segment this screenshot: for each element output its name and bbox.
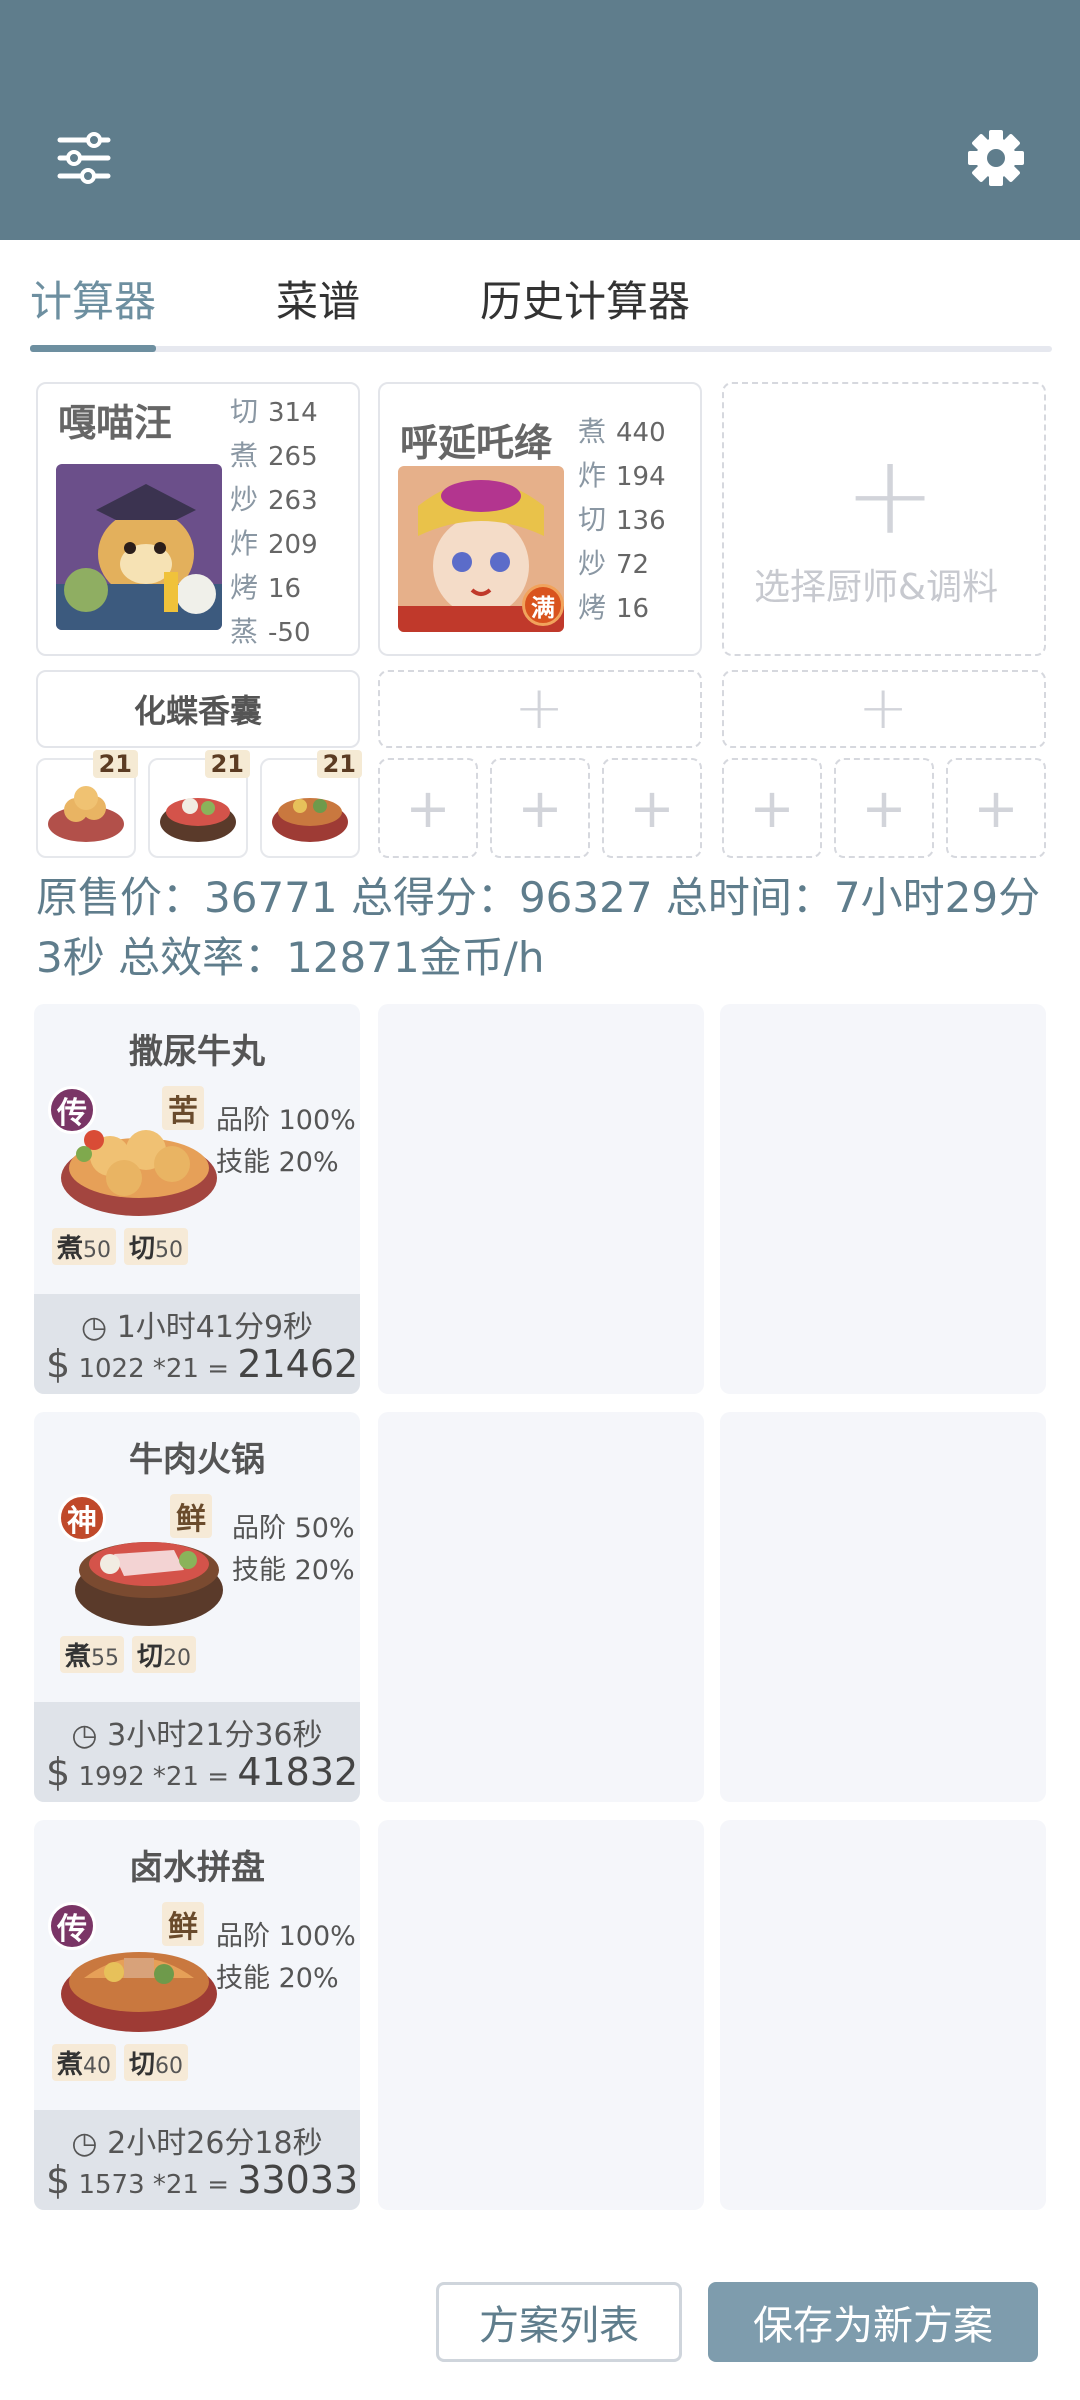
plus-icon: + — [629, 776, 675, 840]
recipe-slot-empty[interactable] — [378, 1004, 704, 1394]
rarity-badge: 传 — [48, 1902, 96, 1950]
dollar-icon: $ — [46, 1750, 71, 1794]
chef-name: 呼延吒绛 — [400, 421, 553, 465]
dish-count: 21 — [316, 750, 362, 778]
gear-icon[interactable] — [958, 120, 1034, 196]
quality-text: 品阶 100% — [216, 1921, 356, 1952]
rarity-badge: 传 — [48, 1086, 96, 1134]
plus-icon: + — [858, 673, 909, 743]
recipe-slot-empty[interactable] — [720, 1004, 1046, 1394]
quality-text: 品阶 100% — [216, 1105, 356, 1136]
recipe-footer: ◷ 2小时26分18秒 $ 1573 *21 = 33033 — [34, 2110, 360, 2210]
rarity-badge: 神 — [58, 1494, 106, 1542]
recipe-slot-empty[interactable] — [720, 1412, 1046, 1802]
dish-slot[interactable]: 21 — [36, 750, 138, 858]
plan-list-button[interactable]: 方案列表 — [436, 2282, 682, 2362]
clock-icon: ◷ — [80, 1310, 108, 1345]
chef-avatar — [56, 464, 222, 630]
equip-slot-1[interactable]: 化蝶香囊 — [36, 670, 360, 748]
skill-text: 技能 20% — [216, 1963, 339, 1994]
flavor-tag: 鲜 — [170, 1494, 212, 1538]
dish-slot[interactable]: 21 — [260, 750, 362, 858]
equip-slot-2[interactable]: + — [378, 670, 702, 748]
recipe-card[interactable]: 撒尿牛丸 传 苦 品阶 100% 技能 20% 煮50 切50 ◷ 1小时41分… — [34, 1004, 360, 1394]
app-header — [0, 0, 1080, 240]
summary-text: 原售价：36771 总得分：96327 总时间：7小时29分3秒 总效率：128… — [36, 873, 1041, 982]
tab-history-calculator[interactable]: 历史计算器 — [480, 268, 690, 329]
skill-text: 技能 20% — [216, 1147, 339, 1178]
recipe-card[interactable]: 卤水拼盘 传 鲜 品阶 100% 技能 20% 煮40 切60 ◷ 2小时26分… — [34, 1820, 360, 2210]
tab-indicator — [30, 345, 156, 352]
plus-icon: + — [973, 776, 1019, 840]
skill-text: 技能 20% — [232, 1555, 355, 1586]
recipe-title: 卤水拼盘 — [129, 1848, 265, 1888]
tab-calculator[interactable]: 计算器 — [30, 268, 156, 329]
dollar-icon: $ — [46, 1342, 71, 1386]
dollar-icon: $ — [46, 2158, 71, 2202]
recipe-slot-empty[interactable] — [720, 1820, 1046, 2210]
clock-icon: ◷ — [71, 1718, 98, 1753]
chef-name: 嘎喵汪 — [58, 401, 173, 445]
dish-slot-empty[interactable]: + — [378, 758, 478, 858]
dish-slot-empty[interactable]: + — [722, 758, 822, 858]
dish-slot-empty[interactable]: + — [946, 758, 1046, 858]
dish-slot-empty[interactable]: + — [834, 758, 934, 858]
add-chef-slot[interactable]: + 选择厨师&调料 — [722, 382, 1046, 656]
add-chef-label: 选择厨师&调料 — [754, 567, 999, 608]
requirements: 煮50 切50 — [52, 1228, 189, 1265]
dish-slot-empty[interactable]: + — [602, 758, 702, 858]
tab-recipes[interactable]: 菜谱 — [276, 268, 360, 329]
plus-icon: + — [749, 776, 795, 840]
requirements: 煮55 切20 — [60, 1636, 197, 1673]
tab-track — [30, 346, 1052, 352]
flavor-tag: 鲜 — [162, 1902, 204, 1946]
plus-icon: + — [861, 776, 907, 840]
equip-slot-3[interactable]: + — [722, 670, 1046, 748]
plus-icon: + — [514, 673, 565, 743]
flavor-tag: 苦 — [162, 1086, 204, 1130]
sliders-icon[interactable] — [46, 120, 122, 196]
dish-slot-empty[interactable]: + — [490, 758, 590, 858]
dish-count: 21 — [92, 750, 138, 778]
chef-card-1[interactable]: 嘎喵汪 切 314 煮 265 炒 263 炸 209 烤 16 蒸 -50 — [36, 382, 360, 656]
quality-text: 品阶 50% — [232, 1513, 355, 1544]
save-new-plan-button[interactable]: 保存为新方案 — [708, 2282, 1038, 2362]
recipe-card[interactable]: 牛肉火锅 神 鲜 品阶 50% 技能 20% 煮55 切20 ◷ 3小时21分3… — [34, 1412, 360, 1802]
recipe-footer: ◷ 3小时21分36秒 $ 1992 *21 = 41832 — [34, 1702, 360, 1802]
requirements: 煮40 切60 — [52, 2044, 189, 2081]
chef-card-2[interactable]: 呼延吒绛 满 煮 440 炸 194 切 136 炒 72 烤 16 — [378, 382, 702, 656]
recipe-title: 撒尿牛丸 — [129, 1032, 265, 1072]
tab-bar: 计算器 菜谱 历史计算器 — [0, 240, 1080, 355]
recipe-footer: ◷ 1小时41分9秒 $ 1022 *21 = 21462 — [34, 1294, 360, 1394]
clock-icon: ◷ — [71, 2126, 98, 2161]
dish-count: 21 — [204, 750, 250, 778]
dish-slot[interactable]: 21 — [148, 750, 250, 858]
plus-icon: + — [844, 431, 937, 559]
recipe-slot-empty[interactable] — [378, 1412, 704, 1802]
recipe-title: 牛肉火锅 — [129, 1440, 265, 1480]
plus-icon: + — [517, 776, 563, 840]
recipe-slot-empty[interactable] — [378, 1820, 704, 2210]
plus-icon: + — [405, 776, 451, 840]
max-badge: 满 — [522, 584, 564, 626]
